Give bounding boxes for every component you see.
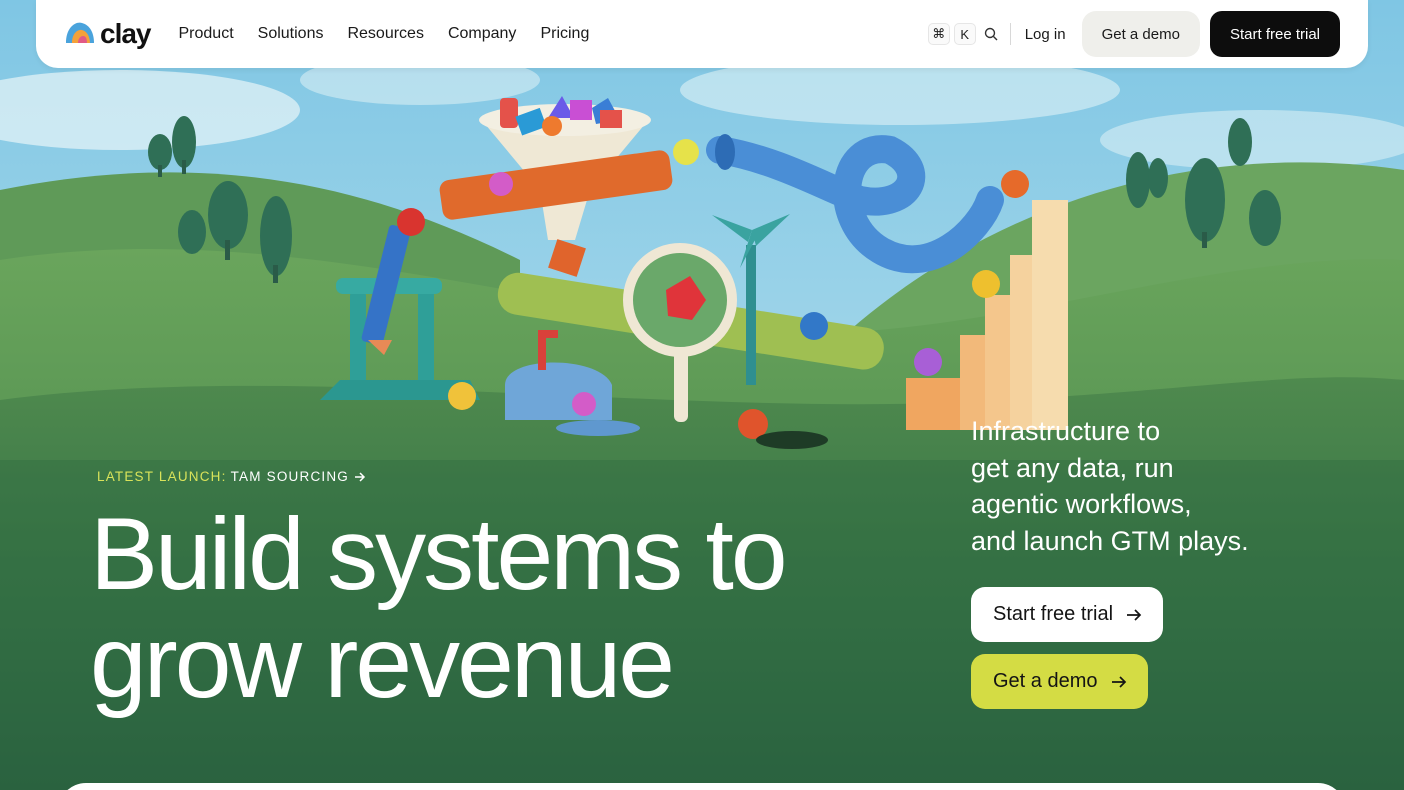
logo-link[interactable]: clay [64,18,151,50]
main-menu: Product Solutions Resources Company Pric… [179,25,590,43]
hero-get-demo-label: Get a demo [993,670,1098,692]
launch-label: LATEST LAUNCH: [97,469,227,484]
nav-link-company[interactable]: Company [448,25,516,43]
clay-logo-icon [64,19,96,50]
tagline-line-2: get any data, run [971,452,1174,483]
search-icon [982,25,1000,43]
nav-get-demo-button[interactable]: Get a demo [1081,11,1200,57]
logo-wordmark: clay [100,18,151,49]
nav-link-pricing[interactable]: Pricing [540,25,589,43]
arrow-right-icon [1110,673,1128,691]
nav-actions: ⌘ K Log in Get a demo Start free trial [927,11,1340,57]
hero-start-trial-button[interactable]: Start free trial [971,587,1164,642]
tagline-line-4: and launch GTM plays. [971,525,1249,556]
search-shortcut[interactable]: ⌘ K [927,23,1000,45]
nav-start-trial-button[interactable]: Start free trial [1209,11,1340,57]
arrow-right-icon [1125,606,1143,624]
arrow-right-icon [353,470,367,484]
kbd-command: ⌘ [927,23,950,45]
tagline-line-3: agentic workflows, [971,489,1192,519]
headline-line-1: Build systems to [90,497,788,611]
tagline-line-1: Infrastructure to [971,416,1161,446]
latest-launch-link[interactable]: LATEST LAUNCH: TAM SOURCING [97,469,367,484]
nav-link-resources[interactable]: Resources [347,25,423,43]
kbd-k: K [953,23,976,45]
nav-divider [1009,23,1011,45]
login-link[interactable]: Log in [1025,26,1066,43]
headline-line-2: grow revenue [90,605,675,719]
hero-tagline: Infrastructure to get any data, run agen… [971,413,1291,559]
nav-link-product[interactable]: Product [179,25,234,43]
top-nav: clay Product Solutions Resources Company… [36,0,1368,68]
launch-value: TAM SOURCING [230,469,349,484]
page-title: Build systems to grow revenue [90,500,850,716]
hero-start-trial-label: Start free trial [993,603,1114,625]
next-section-card [58,783,1346,790]
hero-get-demo-button[interactable]: Get a demo [971,654,1148,709]
hero-section: LATEST LAUNCH: TAM SOURCING Build system… [0,0,1404,790]
nav-link-solutions[interactable]: Solutions [258,25,324,43]
